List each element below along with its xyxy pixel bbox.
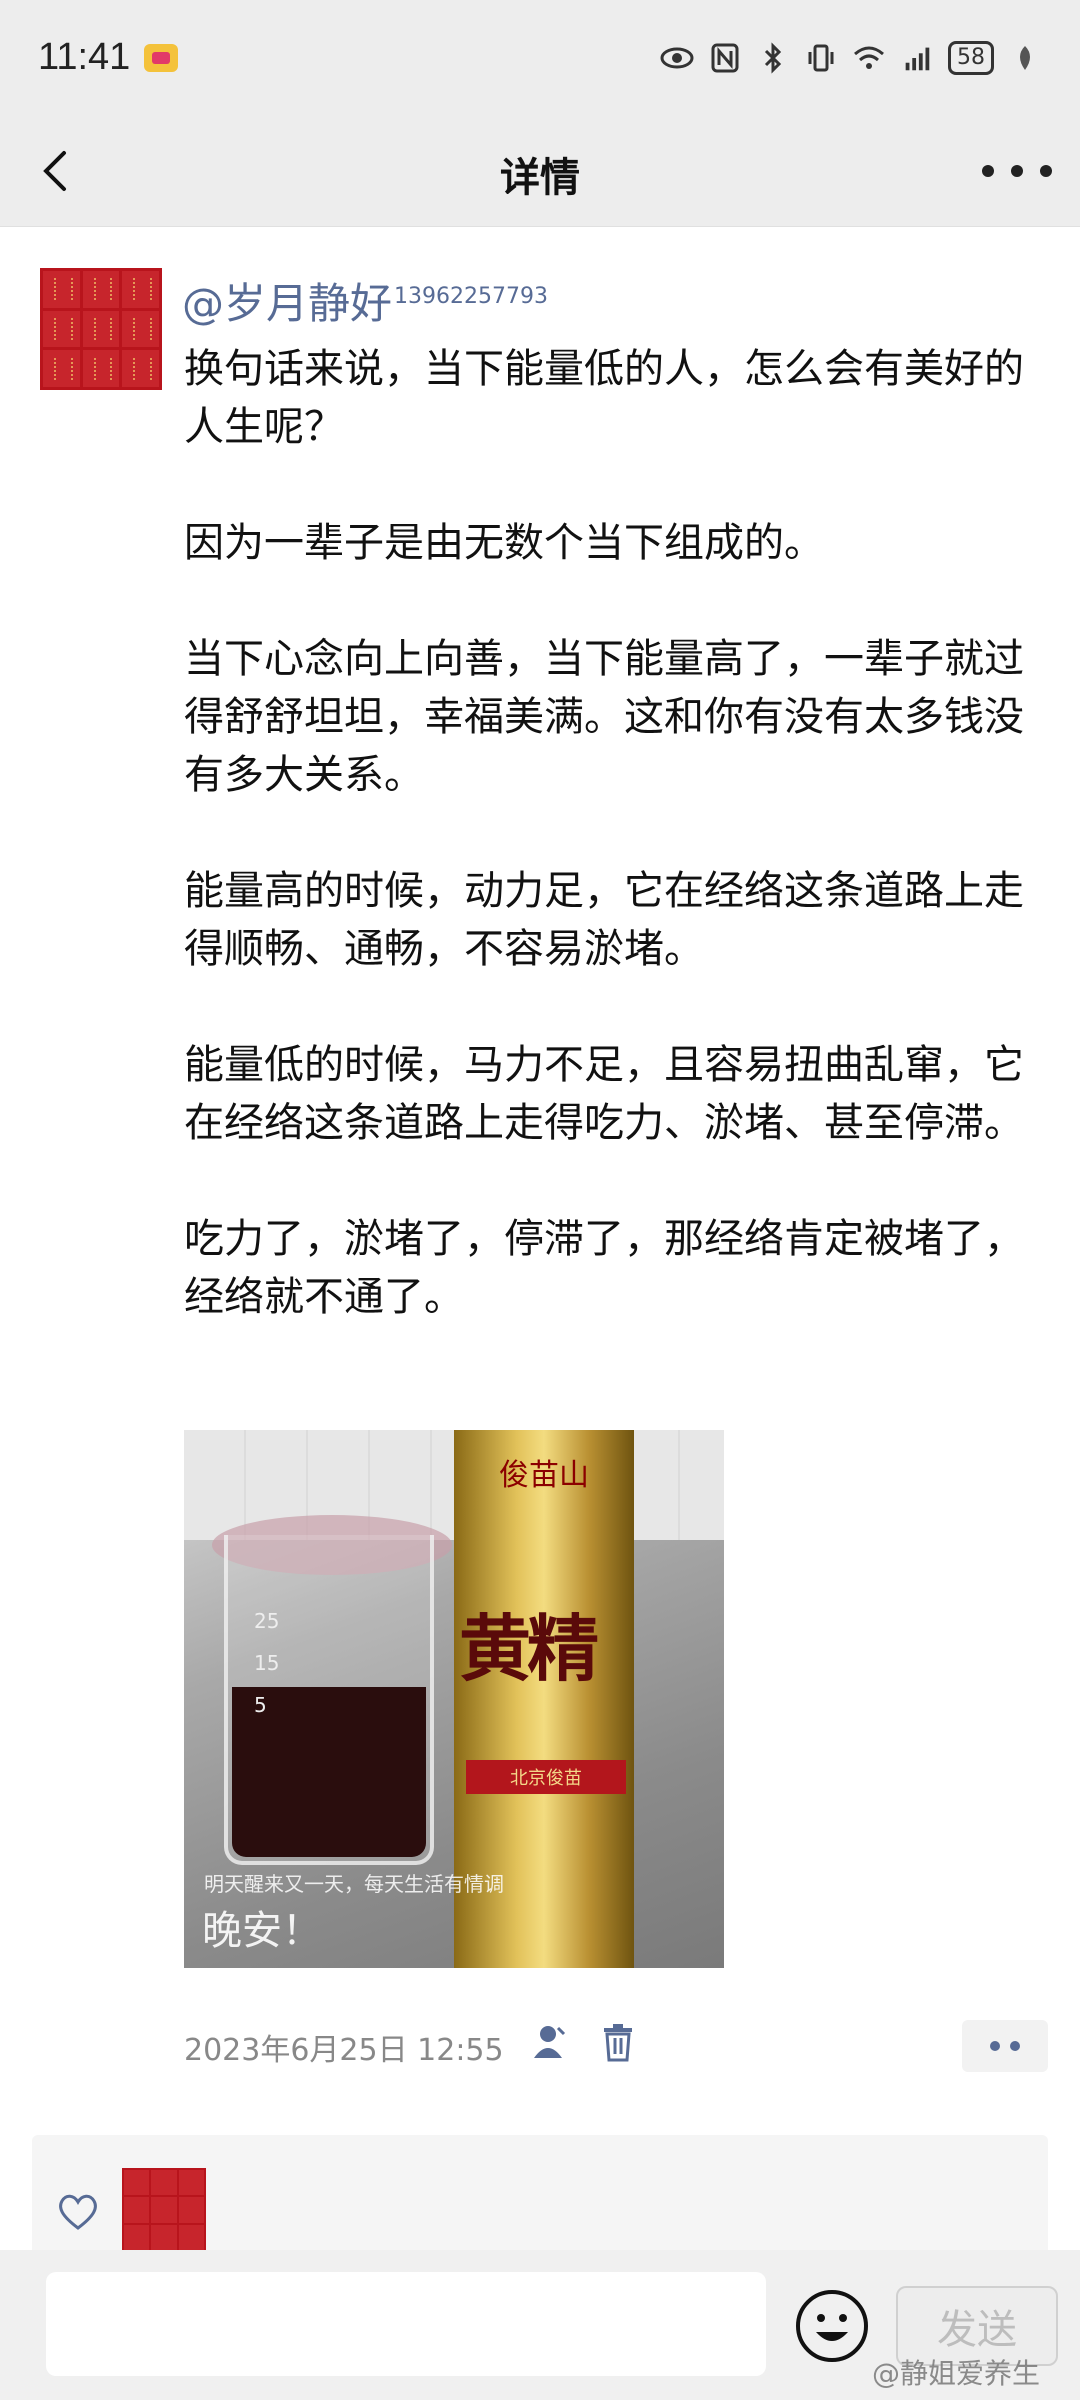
- person-icon: [534, 2026, 566, 2058]
- beaker-mark: 15: [254, 1651, 280, 1675]
- notification-app-icon: [144, 43, 179, 72]
- vibrate-icon: [804, 41, 838, 75]
- photo-caption-big: 晚安！: [202, 1908, 322, 1954]
- post-photo[interactable]: 25 15 5 俊苗山 黄精 北京俊苗 明天醒来又一天，每天生活有情调 晚安！: [184, 1430, 724, 1968]
- bottle-brand: 俊苗山: [499, 1458, 589, 1493]
- status-bar: 11:41 58: [0, 0, 1080, 115]
- signal-4g-icon: [900, 41, 934, 75]
- bluetooth-icon: [756, 41, 790, 75]
- author-name-text: @岁月静好: [182, 279, 393, 328]
- nfc-icon: [708, 41, 742, 75]
- battery-level: 58: [957, 45, 985, 70]
- beaker-mark: 25: [254, 1609, 280, 1633]
- battery-icon: 58: [948, 40, 994, 75]
- beaker-marks: 25 15 5: [254, 1600, 279, 1726]
- more-dots-icon: [990, 2041, 1000, 2051]
- page-title: 详情: [500, 155, 580, 201]
- nav-header: 详情: [0, 115, 1080, 227]
- trash-icon: [604, 2024, 632, 2062]
- more-dots-icon: [982, 165, 994, 177]
- bottle-red-label: 北京俊苗: [466, 1760, 626, 1794]
- status-time: 11:41: [38, 36, 131, 78]
- more-button[interactable]: [982, 143, 1052, 199]
- eye-icon: [660, 41, 694, 75]
- visibility-button[interactable]: [530, 2022, 570, 2062]
- watermark: @静姐爱养生: [872, 2357, 1041, 2390]
- liker-avatar[interactable]: [122, 2168, 206, 2252]
- emoji-button[interactable]: [794, 2288, 870, 2364]
- beaker-mark: 5: [254, 1693, 267, 1717]
- leaf-icon: [1008, 41, 1042, 75]
- wifi-icon: [852, 41, 886, 75]
- photo-caption-small: 明天醒来又一天，每天生活有情调: [204, 1872, 504, 1896]
- smile-emoji-icon: [796, 2290, 868, 2362]
- comment-input[interactable]: [46, 2272, 766, 2376]
- delete-button[interactable]: [600, 2022, 640, 2062]
- like-heart-icon: [56, 2192, 100, 2232]
- post-body: 换句话来说，当下能量低的人，怎么会有美好的人生呢？ 因为一辈子是由无数个当下组成…: [184, 346, 1024, 1320]
- author-avatar[interactable]: [40, 268, 162, 390]
- post-timestamp: 2023年6月25日 12:55: [184, 2033, 504, 2068]
- comment-like-toggle[interactable]: [962, 2020, 1048, 2072]
- author-name-suffix: 13962257793: [394, 284, 548, 309]
- author-name[interactable]: @岁月静好13962257793: [182, 270, 548, 331]
- bottle-label: 黄精: [459, 1606, 599, 1691]
